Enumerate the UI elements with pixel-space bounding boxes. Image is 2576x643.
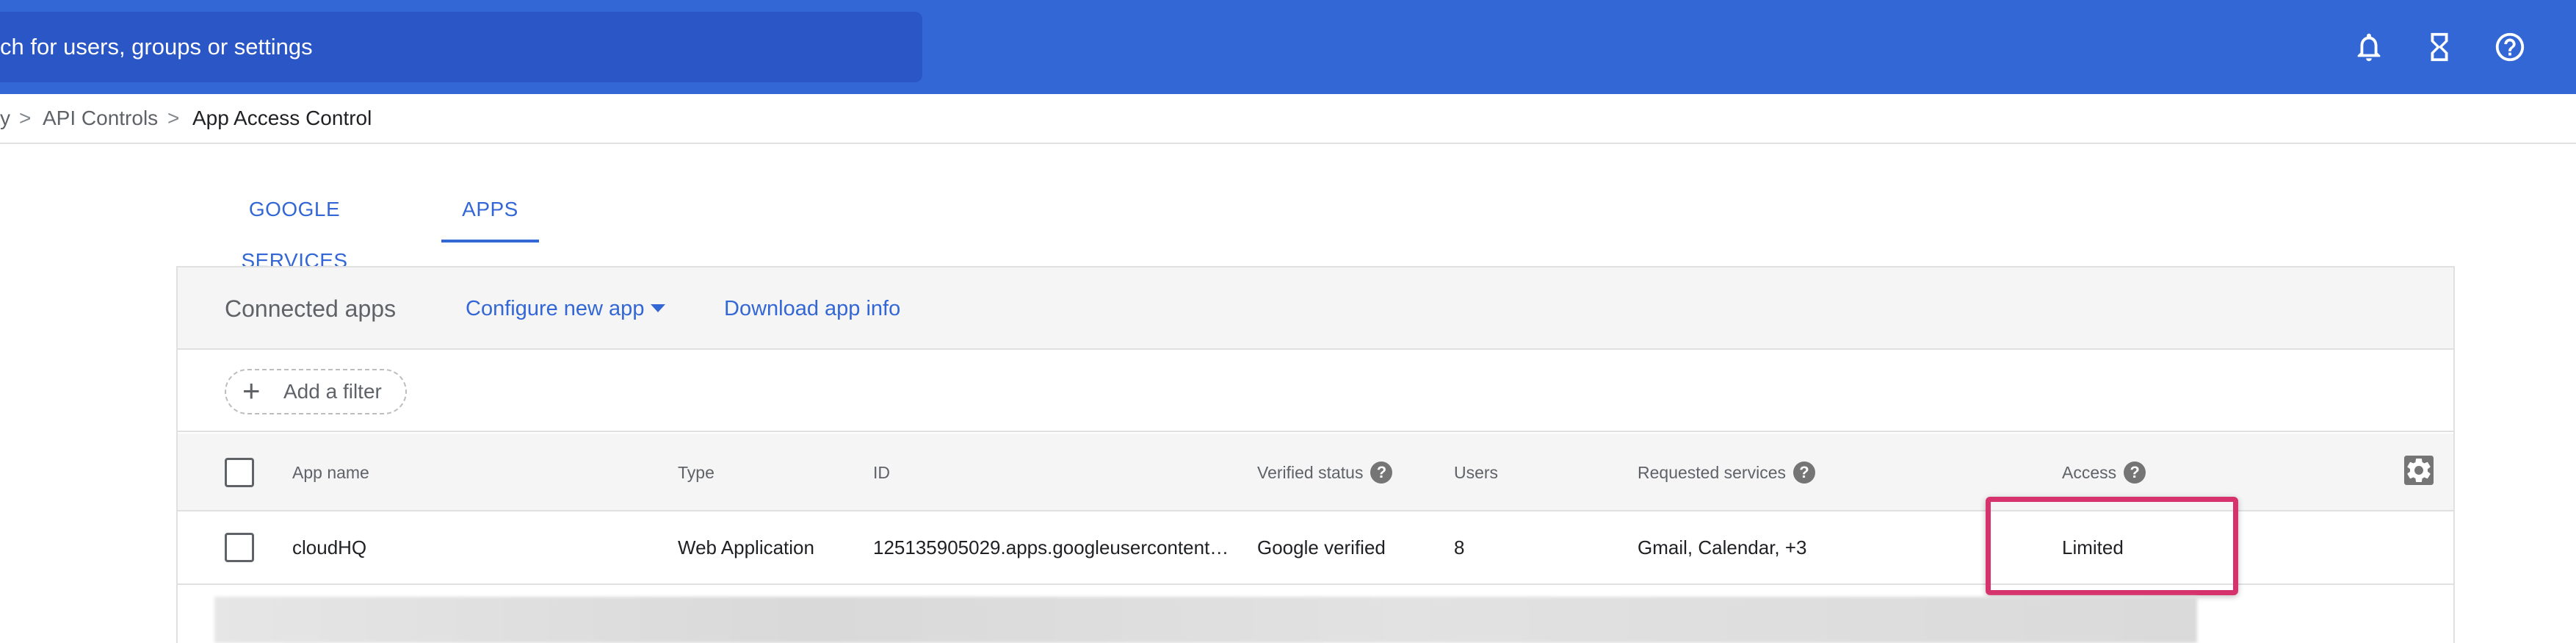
plus-icon: + bbox=[242, 373, 261, 408]
column-header-app-name[interactable]: App name bbox=[292, 434, 369, 511]
search-input[interactable]: ch for users, groups or settings bbox=[0, 12, 313, 82]
card-header: Connected apps Configure new app Downloa… bbox=[178, 267, 2453, 350]
search-box[interactable]: ch for users, groups or settings bbox=[0, 12, 922, 82]
help-icon[interactable]: ? bbox=[2124, 461, 2146, 484]
verified-status-cell: Google verified bbox=[1257, 536, 1386, 558]
add-filter-button[interactable]: + Add a filter bbox=[225, 369, 407, 414]
requested-services-cell: Gmail, Calendar, +3 bbox=[1638, 536, 1807, 558]
id-cell: 125135905029.apps.googleusercontent… bbox=[873, 536, 1229, 558]
filter-bar: + Add a filter bbox=[178, 350, 2453, 432]
gear-icon[interactable] bbox=[2404, 456, 2434, 485]
users-cell: 8 bbox=[1454, 536, 1465, 558]
breadcrumb-item-api-controls[interactable]: API Controls bbox=[43, 94, 158, 143]
hourglass-icon[interactable] bbox=[2416, 24, 2463, 71]
tab-apps[interactable]: APPS bbox=[441, 184, 539, 235]
access-label: Access bbox=[2062, 463, 2117, 482]
column-header-id[interactable]: ID bbox=[873, 434, 890, 511]
card-title: Connected apps bbox=[225, 295, 397, 322]
top-bar: ch for users, groups or settings bbox=[0, 0, 2576, 94]
column-header-users[interactable]: Users bbox=[1454, 434, 1498, 511]
bell-icon[interactable] bbox=[2345, 24, 2392, 71]
breadcrumb-item-security[interactable]: y bbox=[0, 94, 10, 143]
help-icon[interactable]: ? bbox=[1370, 461, 1393, 484]
requested-services-label: Requested services bbox=[1638, 463, 1786, 482]
verified-status-label: Verified status bbox=[1257, 463, 1364, 482]
breadcrumb-separator: > bbox=[167, 107, 180, 129]
column-header-verified-status[interactable]: Verified status? bbox=[1257, 434, 1393, 511]
row-checkbox[interactable] bbox=[225, 533, 254, 562]
column-header-requested-services[interactable]: Requested services? bbox=[1638, 434, 1815, 511]
configure-new-app-button[interactable]: Configure new app bbox=[466, 267, 644, 350]
breadcrumb-separator: > bbox=[19, 107, 32, 129]
active-tab-indicator bbox=[441, 240, 539, 243]
breadcrumb: y > API Controls > App Access Control bbox=[0, 94, 2576, 144]
tab-google-services[interactable]: GOOGLE SERVICES bbox=[203, 184, 386, 272]
add-filter-label: Add a filter bbox=[283, 380, 382, 403]
chevron-down-icon[interactable] bbox=[651, 304, 665, 312]
help-icon[interactable]: ? bbox=[1793, 461, 1815, 484]
type-cell: Web Application bbox=[678, 536, 814, 558]
column-header-type[interactable]: Type bbox=[678, 434, 714, 511]
app-name-cell[interactable]: cloudHQ bbox=[292, 511, 366, 583]
blurred-row bbox=[214, 597, 2197, 643]
breadcrumb-item-current: App Access Control bbox=[192, 107, 372, 129]
download-app-info-link[interactable]: Download app info bbox=[724, 267, 900, 350]
access-highlight-box bbox=[1986, 497, 2238, 595]
select-all-checkbox[interactable] bbox=[225, 458, 254, 487]
help-circle-icon[interactable] bbox=[2486, 24, 2533, 71]
